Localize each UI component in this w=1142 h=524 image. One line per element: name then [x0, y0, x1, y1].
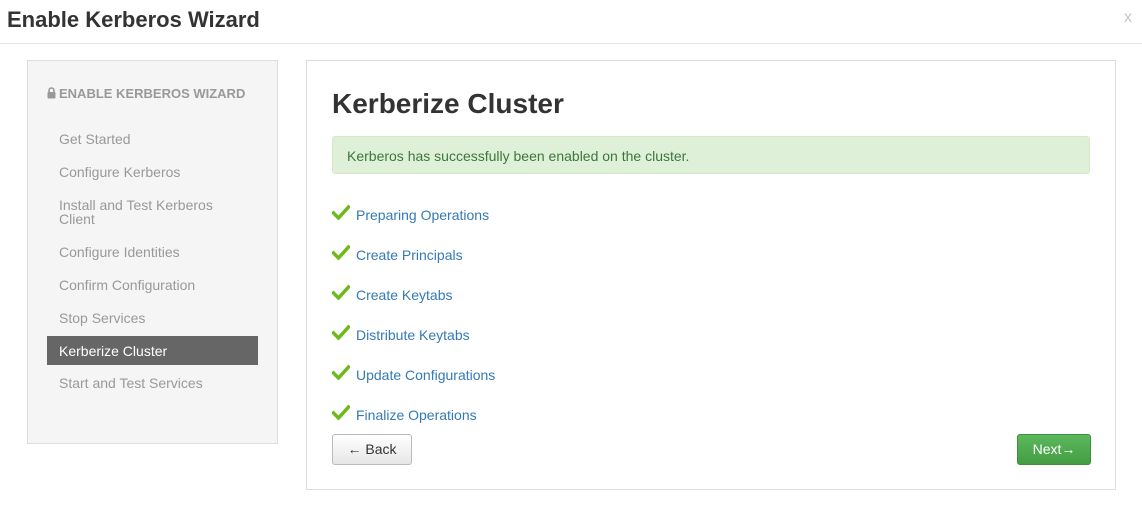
back-button[interactable]: ← Back	[332, 434, 412, 465]
sidebar-item-configure-kerberos[interactable]: Configure Kerberos	[47, 165, 258, 179]
check-icon	[332, 285, 350, 300]
sidebar-item-confirm-configuration[interactable]: Confirm Configuration	[47, 278, 258, 292]
close-button[interactable]: x	[1124, 9, 1132, 27]
sidebar-item-stop-services[interactable]: Stop Services	[47, 311, 258, 325]
task-link[interactable]: Distribute Keytabs	[356, 327, 470, 343]
sidebar-item-get-started[interactable]: Get Started	[47, 132, 258, 146]
check-icon	[332, 205, 350, 220]
task-link[interactable]: Finalize Operations	[356, 407, 477, 423]
sidebar-heading: ENABLE KERBEROS WIZARD	[47, 84, 247, 104]
task-link[interactable]: Create Principals	[356, 247, 463, 263]
next-button[interactable]: Next→	[1017, 434, 1091, 465]
check-icon	[332, 365, 350, 380]
task-link[interactable]: Create Keytabs	[356, 287, 453, 303]
sidebar-item-configure-identities[interactable]: Configure Identities	[47, 245, 258, 259]
success-alert: Kerberos has successfully been enabled o…	[332, 136, 1090, 174]
sidebar-heading-label: ENABLE KERBEROS WIZARD	[59, 86, 246, 101]
wizard-content: Kerberize Cluster Kerberos has successfu…	[306, 60, 1116, 490]
wizard-steps: Get Started Configure Kerberos Install a…	[47, 132, 258, 409]
lock-icon	[47, 87, 56, 99]
sidebar-item-kerberize-cluster[interactable]: Kerberize Cluster	[47, 336, 258, 365]
wizard-sidebar: ENABLE KERBEROS WIZARD Get Started Confi…	[27, 60, 278, 444]
check-icon	[332, 245, 350, 260]
task-link[interactable]: Preparing Operations	[356, 207, 489, 223]
check-icon	[332, 325, 350, 340]
sidebar-item-start-test-services[interactable]: Start and Test Services	[47, 376, 258, 390]
wizard-header: Enable Kerberos Wizard x	[0, 0, 1142, 44]
page-title: Kerberize Cluster	[332, 88, 564, 119]
task-link[interactable]: Update Configurations	[356, 367, 495, 383]
sidebar-item-install-test-client[interactable]: Install and Test Kerberos Client	[47, 198, 258, 226]
check-icon	[332, 405, 350, 420]
wizard-title: Enable Kerberos Wizard	[7, 7, 260, 32]
